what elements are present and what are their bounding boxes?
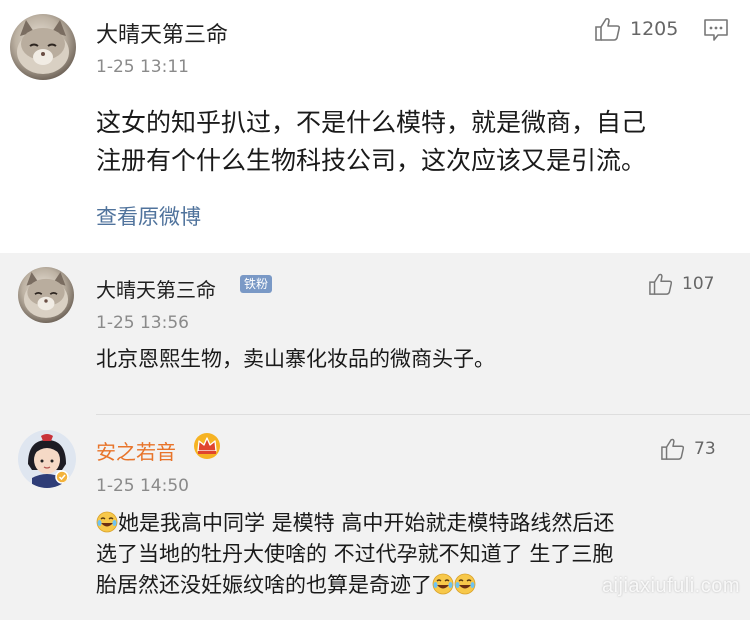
reply-text: 北京恩熙生物，卖山寨化妆品的微商头子。: [96, 347, 495, 371]
reply-time: 1-25 13:56: [96, 313, 189, 333]
reply-time: 1-25 14:50: [96, 476, 189, 496]
reply-text-segment: 她是我高中同学 是模特 高中开始就走模特路线然后还: [118, 511, 615, 535]
comment-text-line: 这女的知乎扒过，不是什么模特，就是微商，自己: [96, 108, 647, 137]
reply-author[interactable]: 安之若音: [96, 436, 176, 465]
view-original-link[interactable]: 查看原微博: [96, 201, 201, 231]
thumbs-up-icon: [595, 17, 621, 41]
like-button[interactable]: 73: [660, 437, 716, 461]
crying-laughing-emoji: [432, 573, 454, 595]
crown-icon: [192, 432, 222, 464]
fan-badge: 铁粉: [240, 275, 273, 293]
reply-text-segment: 胎居然还没妊娠纹啥的也算是奇迹了: [96, 573, 432, 597]
comment-time: 1-25 13:11: [96, 57, 189, 77]
crying-laughing-emoji: [96, 511, 118, 533]
reply-text-line: 她是我高中同学 是模特 高中开始就走模特路线然后还: [96, 508, 736, 539]
thumbs-up-icon: [661, 438, 685, 460]
comment-text: 这女的知乎扒过，不是什么模特，就是微商，自己 注册有个什么生物科技公司，这次应该…: [96, 104, 736, 180]
comment-text-line: 注册有个什么生物科技公司，这次应该又是引流。: [96, 146, 647, 175]
like-count: 1205: [630, 18, 679, 40]
avatar[interactable]: [18, 430, 76, 488]
comment-author[interactable]: 大晴天第三命: [96, 17, 228, 49]
crying-laughing-emoji: [454, 573, 476, 595]
reply-text-line: 选了当地的牡丹大使啥的 不过代孕就不知道了 生了三胞: [96, 542, 614, 566]
like-button[interactable]: 1205: [594, 16, 678, 42]
avatar[interactable]: [10, 14, 76, 80]
comment-icon: [704, 19, 728, 41]
comment-button[interactable]: [703, 18, 729, 46]
like-count: 73: [694, 439, 716, 459]
thumbs-up-icon: [649, 273, 673, 295]
like-button[interactable]: 107: [648, 272, 714, 296]
watermark: aijiaxiufuli.com: [601, 575, 740, 597]
like-count: 107: [682, 274, 715, 294]
avatar[interactable]: [18, 267, 74, 323]
reply-author[interactable]: 大晴天第三命: [96, 274, 216, 303]
divider: [96, 414, 750, 415]
